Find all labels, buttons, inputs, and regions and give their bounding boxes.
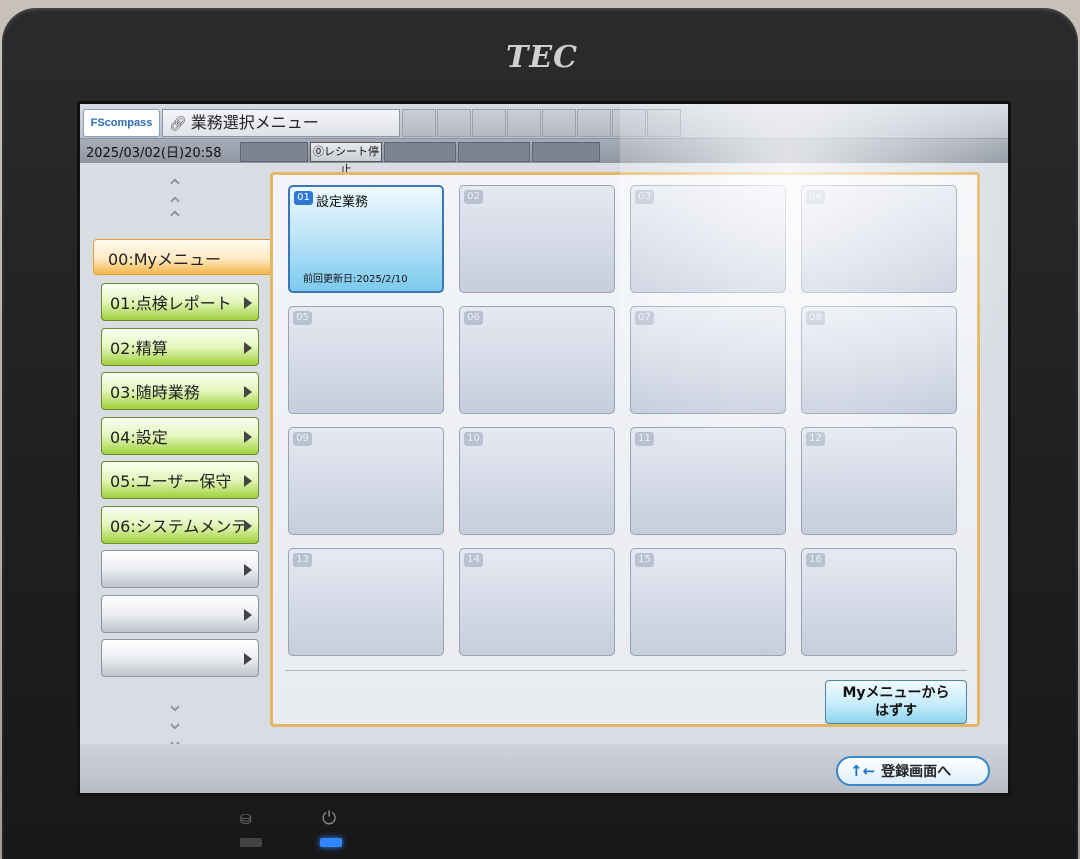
- chevron-right-icon: [244, 653, 252, 665]
- power-led: [320, 838, 342, 847]
- empty-tab: [472, 109, 506, 137]
- menu-tile-13[interactable]: 13: [288, 548, 444, 656]
- chevron-right-icon: [244, 297, 252, 309]
- tile-number: 11: [635, 432, 654, 446]
- tile-number: 06: [464, 311, 483, 325]
- tile-number: 01: [294, 191, 313, 205]
- empty-tab: [542, 109, 576, 137]
- remove-from-my-menu-button[interactable]: Myメニューから はずす: [825, 680, 967, 724]
- link-icon: 🔗︎: [169, 116, 187, 132]
- tile-number: 09: [293, 432, 312, 446]
- tile-number: 13: [293, 553, 312, 567]
- sidebar-item-empty[interactable]: [101, 639, 259, 677]
- menu-tile-12[interactable]: 12: [801, 427, 957, 535]
- pos-screen: FScompass 🔗︎ 業務選択メニュー 2025/03/02(日)20:58 …: [77, 101, 1011, 796]
- menu-tile-07[interactable]: 07: [630, 306, 786, 414]
- scroll-up-icon[interactable]: ⌃: [160, 210, 190, 232]
- chevron-right-icon: [244, 431, 252, 443]
- empty-tab: [612, 109, 646, 137]
- status-slot: [532, 142, 600, 162]
- menu-tile-05[interactable]: 05: [288, 306, 444, 414]
- menu-tile-04[interactable]: 04: [801, 185, 957, 293]
- brand-logo: TEC: [505, 40, 579, 75]
- sidebar-item-user-maintenance[interactable]: 05:ユーザー保守: [101, 461, 259, 499]
- menu-tile-08[interactable]: 08: [801, 306, 957, 414]
- status-bar: 2025/03/02(日)20:58 ⓪レシート停止: [80, 139, 1008, 176]
- empty-tab: [402, 109, 436, 137]
- menu-tile-01[interactable]: 01 設定業務 前回更新日:2025/2/10: [288, 185, 444, 293]
- chevron-right-icon: [244, 342, 252, 354]
- menu-tile-14[interactable]: 14: [459, 548, 615, 656]
- app-logo: FScompass: [83, 109, 160, 137]
- sidebar-item-label: 06:システムメンテ: [110, 517, 248, 536]
- chevron-right-icon: [244, 520, 252, 532]
- menu-title-label: 業務選択メニュー: [190, 113, 319, 132]
- tab-menu-title[interactable]: 🔗︎ 業務選択メニュー: [162, 109, 400, 137]
- menu-tile-16[interactable]: 16: [801, 548, 957, 656]
- empty-tab: [647, 109, 681, 137]
- tile-number: 08: [806, 311, 825, 325]
- empty-tab: [507, 109, 541, 137]
- go-to-register-button[interactable]: ↑← 登録画面へ: [836, 756, 990, 786]
- menu-tile-02[interactable]: 02: [459, 185, 615, 293]
- power-icon: ⏻: [322, 808, 337, 829]
- tile-last-updated: 前回更新日:2025/2/10: [303, 274, 408, 285]
- tile-number: 15: [635, 553, 654, 567]
- sidebar-item-system-maintenance[interactable]: 06:システムメンテ: [101, 506, 259, 544]
- status-slot: [458, 142, 530, 162]
- sidebar-item-inspection-report[interactable]: 01:点検レポート: [101, 283, 259, 321]
- sidebar-item-label: 05:ユーザー保守: [110, 472, 232, 491]
- menu-tile-15[interactable]: 15: [630, 548, 786, 656]
- tile-number: 16: [806, 553, 825, 567]
- database-led: [240, 838, 262, 847]
- tile-number: 12: [806, 432, 825, 446]
- tile-number: 02: [464, 190, 483, 204]
- tile-number: 03: [635, 190, 654, 204]
- status-slot: [240, 142, 308, 162]
- tile-number: 10: [464, 432, 483, 446]
- my-menu-panel: 01 設定業務 前回更新日:2025/2/10 02 03 04 05 06 0…: [270, 172, 980, 727]
- tile-number: 07: [635, 311, 654, 325]
- datetime-display: 2025/03/02(日)20:58: [86, 146, 222, 161]
- tile-number: 14: [464, 553, 483, 567]
- empty-tab: [437, 109, 471, 137]
- cutlery-back-icon: ↑←: [850, 762, 876, 780]
- empty-tab: [577, 109, 611, 137]
- sidebar-item-empty[interactable]: [101, 595, 259, 633]
- menu-tile-03[interactable]: 03: [630, 185, 786, 293]
- chevron-right-icon: [244, 475, 252, 487]
- tile-number: 05: [293, 311, 312, 325]
- sidebar-item-settings[interactable]: 04:設定: [101, 417, 259, 455]
- sidebar-item-label: 02:精算: [110, 339, 168, 358]
- footer-bar: ↑← 登録画面へ: [80, 744, 1008, 793]
- tab-bar: FScompass 🔗︎ 業務選択メニュー: [80, 104, 1008, 139]
- menu-tile-11[interactable]: 11: [630, 427, 786, 535]
- receipt-stop-indicator[interactable]: ⓪レシート停止: [310, 142, 382, 176]
- status-slot: [384, 142, 456, 162]
- menu-tile-10[interactable]: 10: [459, 427, 615, 535]
- remove-button-line1: Myメニューから: [842, 685, 950, 701]
- sidebar-item-empty[interactable]: [101, 550, 259, 588]
- sidebar-item-label: 03:随時業務: [110, 383, 200, 402]
- register-button-label: 登録画面へ: [881, 764, 952, 780]
- menu-tile-09[interactable]: 09: [288, 427, 444, 535]
- sidebar-item-label: 01:点検レポート: [110, 294, 232, 313]
- sidebar-item-adhoc-tasks[interactable]: 03:随時業務: [101, 372, 259, 410]
- remove-button-line2: はずす: [875, 703, 917, 719]
- menu-tile-06[interactable]: 06: [459, 306, 615, 414]
- sidebar-item-my-menu[interactable]: 00:Myメニュー: [93, 239, 275, 275]
- chevron-right-icon: [244, 609, 252, 621]
- sidebar-item-label: 04:設定: [110, 428, 168, 447]
- tile-name: 設定業務: [316, 195, 369, 210]
- divider: [285, 670, 967, 671]
- sidebar-item-settlement[interactable]: 02:精算: [101, 328, 259, 366]
- database-indicator-icon: ⛁: [240, 812, 252, 828]
- chevron-right-icon: [244, 386, 252, 398]
- tile-number: 04: [806, 190, 825, 204]
- chevron-right-icon: [244, 564, 252, 576]
